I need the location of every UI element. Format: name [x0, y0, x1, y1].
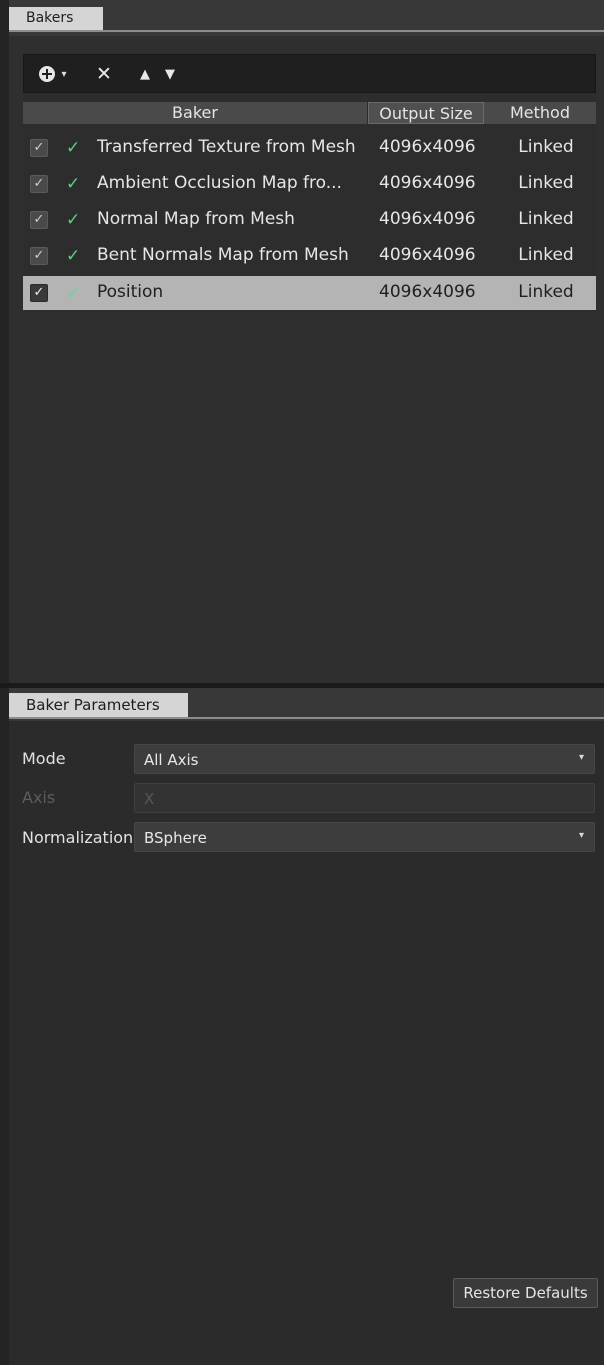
enable-checkbox[interactable]: ✓ [30, 211, 48, 229]
baker-name: Ambient Occlusion Map fro... [97, 173, 342, 193]
output-size: 4096x4096 [379, 137, 476, 157]
method: Linked [518, 137, 574, 157]
bakers-list: ▾ ✕ ▲ ▼ Baker Output Size Method ✓ ✓ Tra… [23, 54, 596, 312]
baker-parameters-panel: Baker Parameters Mode All Axis ▾ Axis X … [9, 688, 604, 1365]
method: Linked [518, 282, 574, 302]
bakers-toolbar: ▾ ✕ ▲ ▼ [23, 54, 596, 93]
normalization-label: Normalization [22, 828, 134, 847]
normalization-value: BSphere [144, 829, 207, 847]
column-header-method[interactable]: Method [484, 102, 596, 124]
output-size: 4096x4096 [379, 282, 476, 302]
chevron-down-icon: ▾ [578, 752, 584, 763]
check-icon: ✓ [66, 138, 81, 158]
tab-underline [9, 717, 604, 719]
check-icon: ✓ [66, 174, 81, 194]
baker-name: Transferred Texture from Mesh [97, 137, 356, 157]
table-header: Baker Output Size Method [23, 102, 596, 124]
enable-checkbox[interactable]: ✓ [30, 247, 48, 265]
tab-underline [9, 30, 604, 32]
method: Linked [518, 173, 574, 193]
restore-defaults-button[interactable]: Restore Defaults [453, 1278, 598, 1308]
baker-name: Bent Normals Map from Mesh [97, 245, 349, 265]
tab-baker-parameters[interactable]: Baker Parameters [9, 693, 188, 717]
baker-rows: ✓ ✓ Transferred Texture from Mesh 4096x4… [23, 130, 596, 310]
table-row-selected[interactable]: ✓ ✓ Position 4096x4096 Linked [23, 276, 596, 310]
normalization-dropdown[interactable]: BSphere ▾ [134, 822, 595, 852]
plus-icon [39, 66, 56, 82]
enable-checkbox[interactable]: ✓ [30, 139, 48, 157]
output-size: 4096x4096 [379, 173, 476, 193]
move-up-button[interactable]: ▲ [136, 64, 154, 84]
table-row[interactable]: ✓ ✓ Transferred Texture from Mesh 4096x4… [23, 130, 596, 166]
parameters-tabbar: Baker Parameters [9, 688, 604, 721]
axis-field: X [134, 783, 595, 813]
bakers-tabbar: Bakers [9, 0, 604, 36]
method: Linked [518, 209, 574, 229]
arrow-down-icon: ▼ [165, 66, 175, 82]
check-icon: ✓ [66, 246, 81, 266]
check-icon: ✓ [66, 210, 81, 230]
table-row[interactable]: ✓ ✓ Ambient Occlusion Map fro... 4096x40… [23, 166, 596, 202]
tab-bakers[interactable]: Bakers [9, 7, 103, 30]
close-icon: ✕ [96, 63, 112, 85]
baker-name: Normal Map from Mesh [97, 209, 295, 229]
mode-value: All Axis [144, 751, 199, 769]
enable-checkbox[interactable]: ✓ [30, 284, 48, 302]
mode-label: Mode [22, 749, 66, 768]
chevron-down-icon: ▾ [578, 830, 584, 841]
baker-name: Position [97, 282, 164, 302]
column-header-baker[interactable]: Baker [23, 102, 368, 124]
table-row[interactable]: ✓ ✓ Bent Normals Map from Mesh 4096x4096… [23, 238, 596, 274]
bakers-panel: Bakers ▾ ✕ ▲ ▼ Baker Output Size Method … [9, 0, 604, 683]
delete-baker-button[interactable]: ✕ [94, 63, 114, 85]
output-size: 4096x4096 [379, 209, 476, 229]
chevron-down-icon: ▾ [61, 68, 67, 80]
arrow-up-icon: ▲ [140, 66, 150, 82]
axis-label: Axis [22, 788, 56, 807]
output-size: 4096x4096 [379, 245, 476, 265]
enable-checkbox[interactable]: ✓ [30, 175, 48, 193]
column-header-output-size[interactable]: Output Size [368, 102, 484, 124]
method: Linked [518, 245, 574, 265]
axis-value: X [144, 790, 155, 808]
baker-window: Bakers ▾ ✕ ▲ ▼ Baker Output Size Method … [0, 0, 604, 1365]
table-row[interactable]: ✓ ✓ Normal Map from Mesh 4096x4096 Linke… [23, 202, 596, 238]
check-icon: ✓ [66, 284, 81, 304]
move-down-button[interactable]: ▼ [161, 64, 179, 84]
add-baker-button[interactable]: ▾ [37, 64, 69, 84]
mode-dropdown[interactable]: All Axis ▾ [134, 744, 595, 774]
